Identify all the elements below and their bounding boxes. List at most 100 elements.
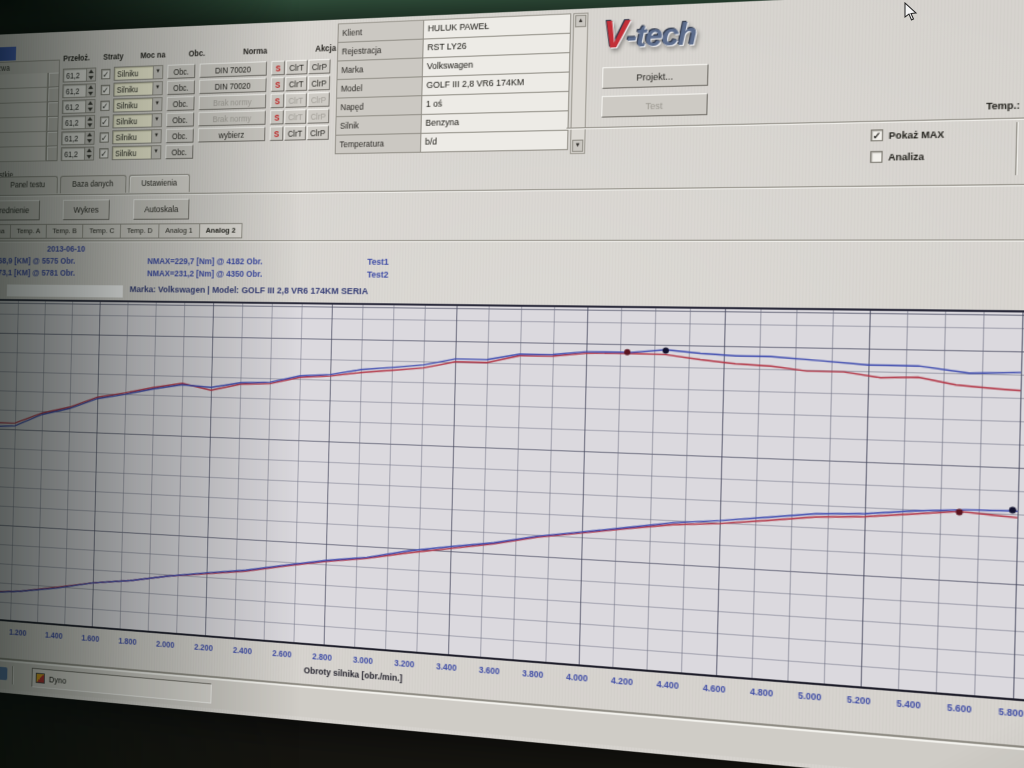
row-button[interactable] xyxy=(47,117,59,132)
akcja-clrp-button[interactable]: ClrP xyxy=(308,59,330,74)
akcja-s-button[interactable]: S xyxy=(271,61,285,76)
ratio-spinner[interactable]: 61,2 xyxy=(62,115,96,130)
moc-na-select[interactable]: Silniku▼ xyxy=(112,113,162,128)
straty-checkbox[interactable]: ✓ xyxy=(101,85,110,96)
spinner-arrows-icon[interactable] xyxy=(85,100,94,112)
moc-na-select[interactable]: Silniku▼ xyxy=(112,129,162,144)
ratio-spinner[interactable]: 61,2 xyxy=(62,99,96,114)
analiza-checkbox[interactable] xyxy=(870,151,883,163)
tab-panel-testu[interactable]: Panel testu xyxy=(0,176,58,194)
spinner-arrows-icon[interactable] xyxy=(86,68,95,80)
norma-button[interactable]: Brak normy xyxy=(199,94,267,110)
test-name-cell[interactable] xyxy=(0,147,46,163)
norma-button[interactable]: DIN 70020 xyxy=(199,78,267,95)
akcja-clrp-button[interactable]: ClrP xyxy=(307,109,329,124)
akcja-s-button[interactable]: S xyxy=(271,77,285,92)
chevron-down-icon[interactable]: ▼ xyxy=(153,66,163,79)
x-tick-label: 4.800 xyxy=(750,686,773,698)
row-button[interactable] xyxy=(46,146,58,161)
row-button[interactable] xyxy=(46,132,58,147)
akcja-clrt-button[interactable]: ClrT xyxy=(286,60,308,75)
norma-button[interactable]: DIN 70020 xyxy=(199,61,267,78)
chevron-down-icon[interactable]: ▼ xyxy=(152,98,162,111)
obc-button[interactable]: Obc. xyxy=(167,80,195,95)
window-titlebar[interactable]: 16.298 xyxy=(0,47,16,62)
spinner-arrows-icon[interactable] xyxy=(84,132,93,144)
moc-na-select[interactable]: Silniku▼ xyxy=(112,145,162,160)
chevron-down-icon[interactable]: ▼ xyxy=(151,130,161,142)
channel-tab-temp-a[interactable]: Temp. A xyxy=(10,224,46,239)
test-name-row[interactable] xyxy=(0,146,58,162)
curve-torque-test1 xyxy=(0,341,1021,461)
spinner-arrows-icon[interactable] xyxy=(86,84,95,96)
akcja-clrt-button[interactable]: ClrT xyxy=(284,126,306,141)
spinner-arrows-icon[interactable] xyxy=(84,147,93,159)
akcja-clrp-button[interactable]: ClrP xyxy=(308,75,330,90)
akcja-s-button[interactable]: S xyxy=(270,93,284,108)
akcja-s-button[interactable]: S xyxy=(270,110,284,125)
row-button[interactable] xyxy=(48,72,60,87)
straty-checkbox[interactable]: ✓ xyxy=(99,132,108,142)
taskbar-app-button[interactable]: Dyno xyxy=(31,668,211,704)
straty-checkbox[interactable]: ✓ xyxy=(100,116,109,126)
row-button[interactable] xyxy=(47,87,59,102)
akcja-clrt-button[interactable]: ClrT xyxy=(285,93,307,108)
row-button[interactable] xyxy=(47,102,59,117)
analiza-option[interactable]: Analiza xyxy=(870,150,924,163)
pokaz-max-option[interactable]: ✓ Pokaż MAX xyxy=(871,128,945,141)
chevron-down-icon[interactable]: ▼ xyxy=(151,146,161,158)
ratio-spinner[interactable]: 61,2 xyxy=(61,131,95,146)
channel-tab-temp-b[interactable]: Temp. B xyxy=(46,224,83,239)
ratio-spinner[interactable]: 61,2 xyxy=(61,147,95,162)
obc-button[interactable]: Obc. xyxy=(167,96,195,111)
moc-na-select[interactable]: Silniku▼ xyxy=(113,81,163,97)
tab-baza-danych[interactable]: Baza danych xyxy=(60,175,127,194)
obc-button[interactable]: Obc. xyxy=(166,112,194,127)
akcja-clrp-button[interactable]: ClrP xyxy=(307,125,329,140)
projekt-button[interactable]: Projekt... xyxy=(602,64,709,89)
straty-checkbox[interactable]: ✓ xyxy=(100,101,109,112)
moc-na-select[interactable]: Silniku▼ xyxy=(113,97,163,112)
header-obc: Obc. xyxy=(189,48,206,58)
akcja-clrt-button[interactable]: ClrT xyxy=(285,76,307,91)
moc-na-select[interactable]: Silniku▼ xyxy=(114,65,164,81)
chevron-down-icon[interactable]: ▼ xyxy=(152,82,162,95)
channel-tab-analog-1[interactable]: Analog 1 xyxy=(158,223,199,238)
scroll-up-icon[interactable]: ▲ xyxy=(575,15,586,28)
chevron-down-icon[interactable]: ▼ xyxy=(152,114,162,126)
obc-button[interactable]: Obc. xyxy=(167,64,195,79)
test-name-cell[interactable] xyxy=(0,132,47,148)
channel-tab-temp-d[interactable]: Temp. D xyxy=(120,223,159,238)
ratio-spinner[interactable]: 61,2 xyxy=(62,83,96,98)
straty-checkbox[interactable]: ✓ xyxy=(101,69,110,80)
quicklaunch-icon-3[interactable] xyxy=(0,666,7,680)
channel-tab-analog-2[interactable]: Analog 2 xyxy=(199,223,243,238)
channel-tab-g-wna[interactable]: Główna xyxy=(0,224,10,239)
u-rednienie-button[interactable]: Uśrednienie xyxy=(0,200,40,221)
norma-button[interactable]: wybierz xyxy=(198,127,266,143)
straty-checkbox[interactable]: ✓ xyxy=(99,148,108,158)
wykres-button[interactable]: Wykres xyxy=(63,199,110,220)
scroll-down-icon[interactable]: ▼ xyxy=(572,140,583,152)
obc-button[interactable]: Obc. xyxy=(166,128,194,143)
vehicle-table-scrollbar[interactable]: ▲ ▼ xyxy=(570,13,589,155)
obc-button[interactable]: Obc. xyxy=(165,144,193,159)
test-button[interactable]: Test xyxy=(601,93,708,118)
dyno-chart[interactable] xyxy=(0,299,1024,703)
autoskala-button[interactable]: Autoskala xyxy=(133,199,190,220)
vehicle-field-value[interactable]: b/d xyxy=(421,131,569,153)
pokaz-max-checkbox[interactable]: ✓ xyxy=(871,129,884,141)
x-tick-label: 5.200 xyxy=(847,694,871,707)
akcja-clrt-button[interactable]: ClrT xyxy=(284,109,306,124)
tab-ustawienia[interactable]: Ustawienia xyxy=(128,174,190,193)
max-torque-test2: NMAX=231,2 [Nm] @ 4350 Obr. xyxy=(147,269,262,279)
ratio-spinner[interactable]: 61,2 xyxy=(63,67,97,82)
channel-tab-temp-c[interactable]: Temp. C xyxy=(82,224,120,239)
vtech-logo: V-tech xyxy=(603,7,762,63)
norma-button[interactable]: Brak normy xyxy=(198,110,266,126)
max-torque-test1: NMAX=229,7 [Nm] @ 4182 Obr. xyxy=(147,256,262,266)
akcja-clrp-button[interactable]: ClrP xyxy=(307,92,329,107)
channel-tab-bar: GłównaTemp. ATemp. BTemp. CTemp. DAnalog… xyxy=(0,223,243,239)
akcja-s-button[interactable]: S xyxy=(270,126,284,141)
spinner-arrows-icon[interactable] xyxy=(85,116,94,128)
